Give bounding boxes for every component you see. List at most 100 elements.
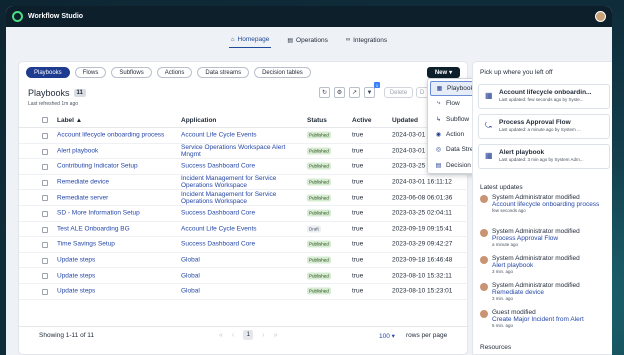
recent-item[interactable]: ⤿ Process Approval Flow Last updated: a … [478, 114, 610, 139]
row-status: Published [307, 240, 331, 248]
prev-page-icon[interactable]: ‹ [232, 332, 234, 339]
row-label-link[interactable]: Account lifecycle onboarding process [57, 132, 164, 139]
header-label[interactable]: Label ▲ [57, 117, 82, 124]
row-application-link[interactable]: Account Life Cycle Events [181, 132, 257, 139]
rows-per-page-select[interactable]: 100 ▾ [379, 332, 395, 340]
nav-integrations[interactable]: ∞ Integrations [344, 34, 389, 48]
header-updated[interactable]: Updated [392, 117, 418, 124]
refresh-icon[interactable]: ↻ [319, 87, 330, 98]
row-label-link[interactable]: Update steps [57, 272, 95, 279]
row-updated: 2024-03-01 1 [392, 147, 431, 155]
subflow-icon: ↳ [435, 116, 442, 123]
row-application-link[interactable]: Service Operations Workspace Alert Mngmt [181, 144, 301, 158]
first-page-icon[interactable]: « [219, 332, 223, 339]
table-row[interactable]: Test ALE Onboarding BG Account Life Cycle… [19, 222, 469, 238]
row-application-link[interactable]: Global [181, 288, 200, 295]
delete-button[interactable]: Delete [384, 87, 413, 98]
row-application-link[interactable]: Success Dashboard Core [181, 210, 255, 217]
row-checkbox[interactable] [42, 133, 48, 139]
update-link[interactable]: Remediate device [492, 289, 610, 296]
recent-item-meta: Last updated: a minute ago by System ... [499, 127, 581, 132]
header-active[interactable]: Active [352, 117, 372, 124]
decision-table-icon: ▤ [435, 162, 442, 169]
tab-subflows[interactable]: Subflows [111, 67, 152, 78]
table-row[interactable]: Alert playbook Service Operations Workspa… [19, 144, 469, 160]
row-label-link[interactable]: Update steps [57, 288, 95, 295]
table-row[interactable]: Contributing Indicator Setup Success Dash… [19, 159, 469, 175]
row-label-link[interactable]: Remediate device [57, 179, 109, 186]
row-label-link[interactable]: Test ALE Onboarding BG [57, 225, 130, 232]
row-application-link[interactable]: Success Dashboard Core [181, 163, 255, 170]
row-label-link[interactable]: Update steps [57, 257, 95, 264]
row-application-link[interactable]: Success Dashboard Core [181, 241, 255, 248]
update-time: few seconds ago [492, 208, 526, 213]
row-checkbox[interactable] [42, 226, 48, 233]
row-application-link[interactable]: Incident Management for Service Operatio… [181, 175, 301, 189]
recent-item[interactable]: ▦ Alert playbook Last updated: 3 min ago… [478, 144, 610, 169]
row-checkbox[interactable] [42, 164, 48, 171]
avatar [480, 256, 488, 264]
row-checkbox[interactable] [42, 179, 48, 186]
table-row[interactable]: Time Savings Setup Success Dashboard Core… [19, 237, 469, 253]
table-row[interactable]: Update steps Global Published true 2023-08-1… [19, 284, 469, 300]
row-label-link[interactable]: Alert playbook [57, 147, 98, 154]
row-application-link[interactable]: Incident Management for Service Operatio… [181, 191, 301, 205]
row-label-link[interactable]: Remediate server [57, 194, 108, 201]
nav-homepage[interactable]: ⌂ Homepage [228, 34, 272, 48]
update-link[interactable]: Alert playbook [492, 262, 610, 269]
header-application[interactable]: Application [181, 117, 216, 124]
table-row[interactable]: Account lifecycle onboarding process Acco… [19, 128, 469, 144]
row-checkbox[interactable] [42, 242, 48, 249]
data-stream-icon: ◎ [435, 147, 442, 154]
settings-icon[interactable]: ⚙ [334, 87, 345, 98]
update-link[interactable]: Create Major Incident from Alert [492, 316, 610, 323]
table-row[interactable]: Remediate server Incident Management for … [19, 190, 469, 206]
recent-item-meta: Last updated: few seconds ago by Syste..… [499, 97, 584, 102]
row-application-link[interactable]: Global [181, 272, 200, 279]
tab-flows[interactable]: Flows [74, 67, 107, 78]
current-page[interactable]: 1 [243, 330, 254, 340]
export-icon[interactable]: ↗ [349, 87, 360, 98]
menu-item-label: Action [446, 131, 465, 139]
row-application-link[interactable]: Account Life Cycle Events [181, 225, 257, 232]
update-link[interactable]: Process Approval Flow [492, 235, 610, 242]
update-link[interactable]: Account lifecycle onboarding process [492, 201, 610, 208]
status-badge: Published [307, 209, 331, 217]
row-checkbox[interactable] [42, 288, 48, 295]
new-button[interactable]: New ▾ [427, 67, 460, 78]
row-checkbox[interactable] [42, 148, 48, 155]
tab-actions[interactable]: Actions [156, 67, 193, 78]
table-row[interactable]: Update steps Global Published true 2023-09-1… [19, 253, 469, 269]
table-row[interactable]: SD - More Information Setup Success Dashb… [19, 206, 469, 222]
row-label-link[interactable]: Contributing Indicator Setup [57, 163, 138, 170]
next-page-icon[interactable]: › [262, 332, 264, 339]
row-checkbox[interactable] [42, 273, 48, 280]
last-page-icon[interactable]: » [274, 332, 278, 339]
row-checkbox[interactable] [42, 210, 48, 217]
chevron-down-icon: ▾ [449, 70, 453, 76]
playbook-icon: ▦ [485, 151, 493, 160]
row-status: Published [307, 147, 331, 155]
table-row[interactable]: Remediate device Incident Management for … [19, 175, 469, 191]
nav-homepage-label: Homepage [237, 36, 270, 43]
nav-operations[interactable]: ▤ Operations [285, 34, 329, 48]
row-updated: 2024-03-01 16:11:12 [392, 178, 452, 186]
recent-item[interactable]: ▦ Account lifecycle onboardin... Last up… [478, 84, 610, 109]
playbook-icon: ▦ [436, 86, 443, 93]
update-item: System Administrator modified Alert playb… [480, 255, 610, 275]
tab-decision-tables[interactable]: Decision tables [254, 67, 311, 78]
filter-icon[interactable]: ▼ [364, 87, 375, 98]
row-application-link[interactable]: Global [181, 257, 200, 264]
user-avatar[interactable] [595, 11, 606, 22]
tab-playbooks[interactable]: Playbooks [26, 67, 70, 78]
row-label-link[interactable]: Time Savings Setup [57, 241, 115, 248]
tab-data-streams[interactable]: Data streams [197, 67, 250, 78]
row-label-link[interactable]: SD - More Information Setup [57, 210, 140, 217]
status-badge: Published [307, 131, 331, 139]
header-status[interactable]: Status [307, 117, 327, 124]
table-row[interactable]: Update steps Global Published true 2023-08-1… [19, 268, 469, 284]
row-checkbox[interactable] [42, 195, 48, 202]
select-all-checkbox[interactable] [42, 117, 48, 123]
menu-item-label: Subflow [446, 115, 470, 123]
row-checkbox[interactable] [42, 257, 48, 264]
